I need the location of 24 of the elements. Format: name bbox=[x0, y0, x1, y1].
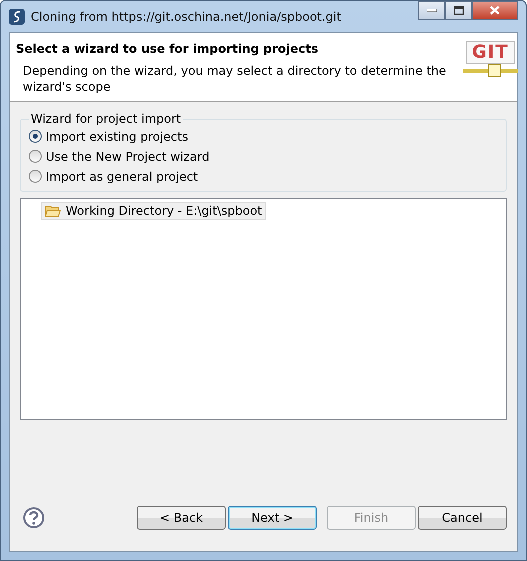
page-title: Select a wizard to use for importing projects bbox=[16, 42, 320, 56]
minimize-button[interactable] bbox=[418, 1, 445, 20]
radio-option[interactable]: Import existing projects bbox=[29, 128, 498, 145]
help-icon[interactable] bbox=[23, 507, 45, 529]
dialog-button[interactable]: Next > bbox=[228, 506, 317, 530]
radio-button[interactable] bbox=[29, 170, 42, 183]
git-logo: GIT bbox=[463, 41, 518, 91]
window-title: Cloning from https://git.oschina.net/Jonia/spboot.git bbox=[31, 10, 342, 24]
dialog-button[interactable]: Cancel bbox=[418, 506, 507, 530]
radio-option[interactable]: Import as general project bbox=[29, 168, 498, 185]
app-icon bbox=[9, 8, 25, 24]
radio-option[interactable]: Use the New Project wizard bbox=[29, 148, 498, 165]
radio-button[interactable] bbox=[29, 150, 42, 163]
tree-item[interactable]: Working Directory - E:\git\spboot bbox=[41, 202, 266, 220]
maximize-icon bbox=[454, 6, 464, 15]
maximize-button[interactable] bbox=[445, 1, 472, 20]
close-button[interactable] bbox=[472, 1, 518, 20]
radio-button[interactable] bbox=[29, 130, 42, 143]
minimize-icon bbox=[426, 8, 436, 12]
close-icon bbox=[490, 6, 500, 15]
page-description: Depending on the wizard, you may select a directory to determine the wizard's scope bbox=[23, 63, 448, 95]
folder-icon bbox=[45, 204, 61, 218]
dialog-button[interactable]: < Back bbox=[137, 506, 226, 530]
group-title: Wizard for project import bbox=[30, 112, 182, 126]
